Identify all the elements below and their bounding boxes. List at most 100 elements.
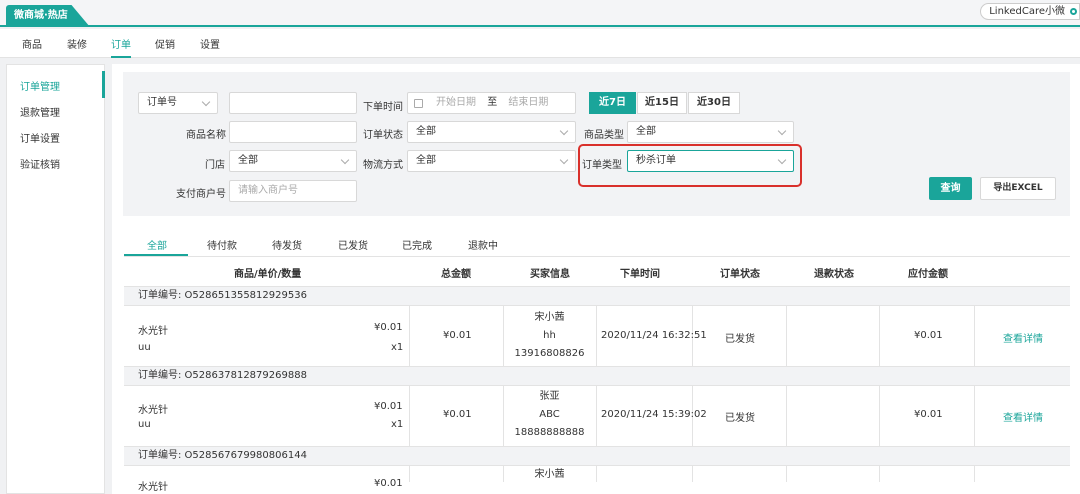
sidebar-item-order-settings[interactable]: 订单设置	[20, 130, 60, 145]
product-name-label: 商品名称	[186, 130, 226, 141]
merchant-no-label: 支付商户号	[176, 189, 226, 200]
order-time: 2020/11/24 16:32:51	[601, 330, 707, 341]
order-group-header: 订单编号: O528651355812929536	[124, 286, 1070, 306]
logistics-label: 物流方式	[363, 160, 403, 171]
table-top-border	[124, 256, 1070, 257]
tab-all[interactable]: 全部	[147, 237, 167, 252]
buyer-phone: 13916808826	[514, 348, 585, 359]
nav-products[interactable]: 商品	[22, 36, 42, 51]
product-name: 水光针	[138, 405, 168, 416]
col-refund-header: 退款状态	[814, 269, 854, 280]
nav-active-indicator	[111, 56, 131, 58]
nav-promotion[interactable]: 促销	[155, 36, 175, 51]
col-divider	[879, 306, 880, 366]
export-excel-button[interactable]: 导出EXCEL	[980, 177, 1056, 200]
col-divider	[879, 466, 880, 482]
col-divider	[409, 386, 410, 446]
logistics-select[interactable]: 全部	[407, 150, 576, 172]
nav-decor[interactable]: 装修	[67, 36, 87, 51]
tab-shipped[interactable]: 已发货	[338, 237, 368, 252]
buyer-nickname: ABC	[539, 409, 560, 420]
col-divider	[409, 466, 410, 482]
total-amount: ¥0.01	[443, 409, 472, 420]
user-badge[interactable]: LinkedCare小微	[980, 3, 1080, 20]
store-select[interactable]: 全部	[229, 150, 357, 172]
tab-pending-payment[interactable]: 待付款	[207, 237, 237, 252]
product-name: 水光针	[138, 326, 168, 337]
start-date-placeholder: 开始日期	[436, 97, 476, 108]
chevron-down-icon	[559, 155, 569, 165]
view-details-link[interactable]: 查看详情	[1003, 330, 1043, 345]
product-type-select[interactable]: 全部	[627, 121, 794, 143]
order-no-select[interactable]: 订单号	[138, 92, 218, 114]
buyer-info: 宋小茜	[503, 466, 596, 484]
chevron-down-icon	[777, 126, 787, 136]
nav-orders[interactable]: 订单	[111, 36, 131, 51]
tab-pending-shipment[interactable]: 待发货	[272, 237, 302, 252]
quantity: x1	[391, 419, 404, 430]
order-time-label: 下单时间	[363, 102, 403, 113]
col-divider	[974, 306, 975, 366]
sidebar-item-order-management[interactable]: 订单管理	[20, 78, 60, 93]
unit-price: ¥0.01	[374, 401, 403, 412]
payable-amount: ¥0.01	[914, 330, 943, 341]
col-divider	[596, 386, 597, 446]
col-status-header: 订单状态	[720, 269, 760, 280]
order-time: 2020/11/24 15:39:02	[601, 409, 707, 420]
product-spec: uu	[138, 419, 151, 430]
range-30-days-button[interactable]: 近30日	[688, 92, 740, 114]
col-divider	[409, 306, 410, 366]
order-status: 已发货	[725, 334, 755, 345]
main-nav: 商品 装修 订单 促销 设置	[0, 29, 1080, 58]
merchant-no-input[interactable]: 请输入商户号	[229, 180, 357, 202]
store-label: 门店	[205, 160, 225, 171]
range-15-days-button[interactable]: 近15日	[637, 92, 687, 114]
sidebar-active-indicator	[102, 71, 105, 98]
range-7-days-button[interactable]: 近7日	[589, 92, 636, 114]
chevron-down-icon	[340, 155, 350, 165]
total-amount: ¥0.01	[443, 330, 472, 341]
col-divider	[596, 466, 597, 482]
product-name-input[interactable]	[229, 121, 357, 143]
col-payable-header: 应付金额	[908, 269, 948, 280]
order-type-highlight-box	[578, 144, 802, 187]
date-to-label: 至	[487, 97, 498, 108]
col-divider	[692, 466, 693, 482]
tab-completed[interactable]: 已完成	[402, 237, 432, 252]
buyer-nickname: hh	[543, 330, 556, 341]
buyer-info: 宋小茜 hh 13916808826	[503, 309, 596, 363]
col-divider	[786, 306, 787, 366]
buyer-name: 张亚	[539, 391, 560, 402]
order-status-label: 订单状态	[363, 130, 403, 141]
shop-tab[interactable]: 微商城·热店	[6, 5, 90, 27]
order-no-input[interactable]	[229, 92, 357, 114]
date-range-picker[interactable]: 开始日期 至 结束日期	[407, 92, 576, 114]
chevron-down-icon	[559, 126, 569, 136]
col-divider	[786, 466, 787, 482]
end-date-placeholder: 结束日期	[508, 97, 549, 108]
order-status-select[interactable]: 全部	[407, 121, 576, 143]
unit-price: ¥0.01	[374, 478, 403, 489]
nav-settings[interactable]: 设置	[200, 36, 220, 51]
payable-amount: ¥0.01	[914, 409, 943, 420]
product-type-label: 商品类型	[584, 130, 624, 141]
order-group-header: 订单编号: O528567679980806144	[124, 446, 1070, 466]
col-product-header: 商品/单价/数量	[234, 269, 302, 280]
col-divider	[596, 306, 597, 366]
sidebar-item-verification[interactable]: 验证核销	[20, 156, 60, 171]
sidebar-item-refund-management[interactable]: 退款管理	[20, 104, 60, 119]
col-divider	[879, 386, 880, 446]
tab-refunding[interactable]: 退款中	[468, 237, 498, 252]
col-divider	[786, 386, 787, 446]
col-divider	[974, 466, 975, 482]
buyer-name: 宋小茜	[534, 469, 565, 480]
view-details-link[interactable]: 查看详情	[1003, 409, 1043, 424]
order-group-header: 订单编号: O528637812879269888	[124, 366, 1070, 386]
sidebar: 订单管理 退款管理 订单设置 验证核销	[6, 64, 105, 494]
buyer-name: 宋小茜	[534, 312, 565, 323]
product-name: 水光针	[138, 482, 168, 493]
col-time-header: 下单时间	[620, 269, 660, 280]
calendar-icon	[414, 99, 423, 108]
chevron-down-icon	[201, 97, 211, 107]
query-button[interactable]: 查询	[929, 177, 972, 200]
